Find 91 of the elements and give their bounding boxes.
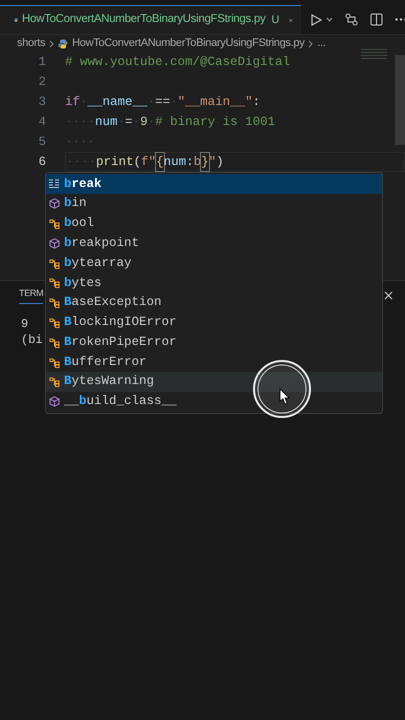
code-token: == xyxy=(155,94,170,111)
suggestion-label: breakpoint xyxy=(64,234,140,252)
class-icon xyxy=(49,316,60,328)
tab-filename: HowToConvertANumberToBinaryUsingFStrings.py xyxy=(22,12,266,28)
terminal-output-line: (bi xyxy=(21,332,43,348)
suggestion-label: BaseException xyxy=(64,294,162,312)
suggestion-item[interactable]: BrokenPipeError xyxy=(46,332,382,352)
suggestion-item[interactable]: BufferError xyxy=(46,352,382,372)
breadcrumb-item[interactable]: HowToConvertANumberToBinaryUsingFStrings.py xyxy=(72,35,304,52)
whitespace-marker: · xyxy=(148,94,156,111)
whitespace-marker: ···· xyxy=(65,134,96,151)
code-token: = xyxy=(125,114,133,131)
breadcrumb-item[interactable]: ... xyxy=(317,35,326,52)
suggestion-item[interactable]: break xyxy=(46,174,382,194)
chevron-right-icon xyxy=(49,40,54,48)
code-token: # www.youtube.com/@CaseDigital xyxy=(65,54,290,71)
suggestion-item[interactable]: bool xyxy=(46,214,382,234)
run-icon[interactable] xyxy=(311,14,322,26)
python-file-icon xyxy=(14,15,18,25)
breadcrumb-item[interactable]: shorts xyxy=(17,35,46,52)
suggestion-label: __build_class__ xyxy=(64,393,177,410)
line-number: 5 xyxy=(37,134,47,151)
suggestion-label: BlockingIOError xyxy=(64,314,177,332)
suggestion-label: bytearray xyxy=(64,254,132,272)
suggestion-item[interactable]: BaseException xyxy=(46,292,382,313)
close-icon[interactable] xyxy=(384,290,393,300)
more-icon[interactable] xyxy=(395,18,405,21)
line-number: 3 xyxy=(37,94,47,111)
code-token: : xyxy=(252,94,260,111)
suggestion-item[interactable]: bin xyxy=(46,194,382,214)
line-number: 1 xyxy=(37,54,47,71)
suggestion-label: BrokenPipeError xyxy=(64,334,177,351)
line-number: 6 xyxy=(37,154,47,171)
code-token: f" xyxy=(141,154,156,171)
cube-icon xyxy=(49,198,60,210)
terminal-tab[interactable]: TERM xyxy=(19,287,44,304)
code-token: } xyxy=(201,152,209,172)
scrollbar[interactable] xyxy=(395,55,405,145)
whitespace-marker: · xyxy=(132,114,140,131)
suggestion-label: bin xyxy=(64,195,87,212)
cube-icon xyxy=(49,238,60,249)
class-icon xyxy=(49,297,60,308)
code-token: ) xyxy=(216,154,224,171)
code-token: { xyxy=(156,152,164,172)
code-token: __name__ xyxy=(88,94,148,111)
class-icon xyxy=(49,376,60,388)
pointer-cursor-icon xyxy=(252,359,312,419)
suggestion-item[interactable]: __build_class__ xyxy=(46,392,382,412)
class-icon xyxy=(49,277,60,288)
suggestion-label: break xyxy=(64,176,102,193)
suggestion-label: bytes xyxy=(64,274,102,292)
code-token: 9 xyxy=(140,114,148,131)
code-token: num: xyxy=(164,154,194,171)
code-token: # binary is 1001 xyxy=(155,114,276,131)
whitespace-marker: · xyxy=(118,114,126,131)
editor-tab[interactable]: HowToConvertANumberToBinaryUsingFStrings.py U xyxy=(0,5,301,34)
code-token: if xyxy=(65,94,80,111)
code-token: b xyxy=(194,154,202,171)
compare-icon[interactable] xyxy=(345,13,358,26)
suggestion-label: BufferError xyxy=(64,354,147,371)
suggestion-item[interactable]: BlockingIOError xyxy=(46,312,382,332)
suggestion-item[interactable]: bytes xyxy=(46,272,382,293)
whitespace-marker: ···· xyxy=(66,154,96,171)
whitespace-marker: ···· xyxy=(65,114,96,131)
terminal-output-line: 9 xyxy=(21,316,28,332)
whitespace-marker: · xyxy=(148,114,156,131)
whitespace-marker: · xyxy=(80,94,88,111)
cube-icon xyxy=(49,396,60,408)
code-token: "__main__" xyxy=(178,94,253,111)
code-token: print xyxy=(96,154,134,171)
suggestion-item[interactable]: BytesWarning xyxy=(46,372,382,392)
python-file-icon xyxy=(58,38,68,48)
tab-status: U xyxy=(271,12,280,28)
class-icon xyxy=(49,336,60,348)
class-icon xyxy=(49,356,60,368)
code-token: ( xyxy=(134,154,142,171)
class-icon xyxy=(49,258,60,269)
class-icon xyxy=(49,218,60,229)
line-number: 2 xyxy=(37,74,47,91)
line-number: 4 xyxy=(37,114,47,131)
suggestion-item[interactable]: bytearray xyxy=(46,253,382,273)
whitespace-marker: · xyxy=(170,94,178,111)
keyword-icon xyxy=(49,178,60,189)
chevron-down-icon[interactable] xyxy=(326,17,333,22)
suggestion-item[interactable]: breakpoint xyxy=(46,233,382,254)
suggestion-label: BytesWarning xyxy=(64,373,154,390)
suggestion-label: bool xyxy=(64,215,94,232)
code-token: " xyxy=(208,154,216,171)
code-token: num xyxy=(95,114,118,131)
split-editor-icon[interactable] xyxy=(370,13,383,26)
chevron-right-icon xyxy=(308,40,314,48)
